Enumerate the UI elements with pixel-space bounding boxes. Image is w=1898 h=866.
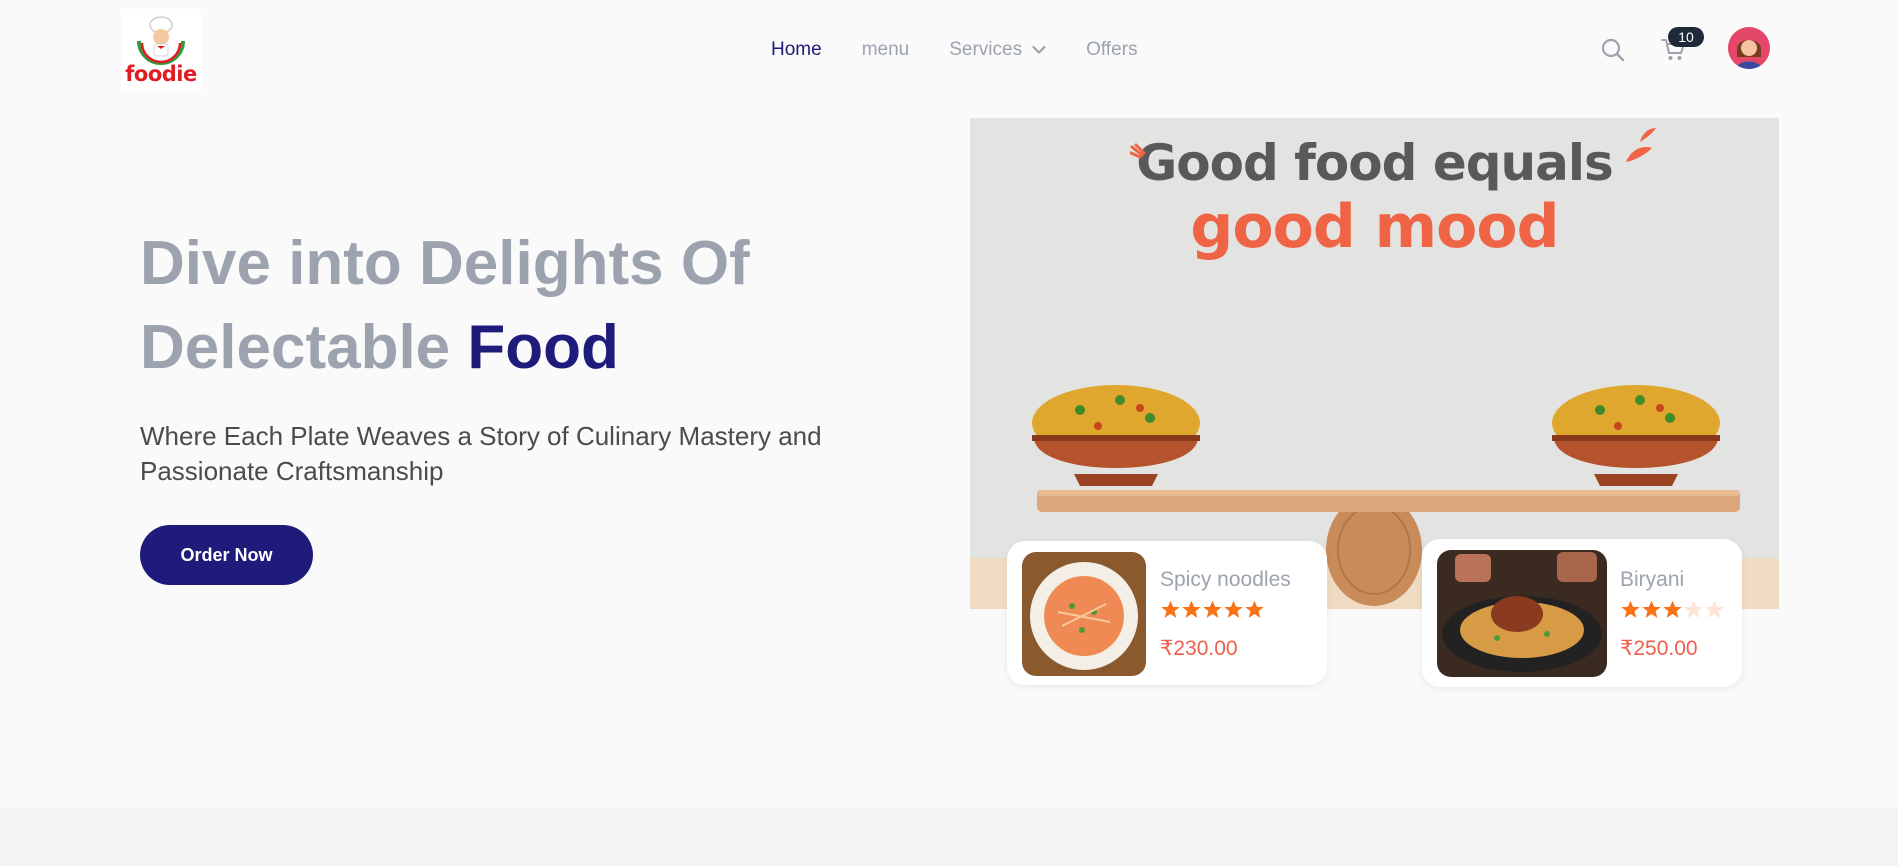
sparkle-right-icon <box>1626 128 1656 162</box>
cart-count-badge: 10 <box>1668 27 1704 47</box>
product-name: Spicy noodles <box>1160 568 1291 591</box>
nav-home-label: Home <box>771 39 822 60</box>
chef-icon <box>137 16 185 65</box>
hero-subtitle: Where Each Plate Weaves a Story of Culin… <box>140 421 822 486</box>
order-now-button[interactable]: Order Now <box>140 525 313 585</box>
star-filled-icon <box>1203 600 1222 618</box>
user-avatar[interactable] <box>1728 27 1770 69</box>
nav-menu[interactable]: menu <box>862 39 910 61</box>
star-filled-icon <box>1642 600 1661 618</box>
product-price: ₹230.00 <box>1160 637 1238 660</box>
product-price: ₹250.00 <box>1620 637 1698 660</box>
chevron-down-icon <box>1032 45 1046 55</box>
nav-menu-label: menu <box>861 39 910 60</box>
product-image <box>1437 550 1607 677</box>
hero-title: Dive into Delights Of Delectable Food <box>140 222 900 390</box>
star-filled-icon <box>1182 600 1201 618</box>
product-card-spicy-noodles[interactable]: Spicy noodles ₹230.00 <box>1007 541 1327 685</box>
product-card-biryani[interactable]: Biryani ₹250.00 <box>1422 539 1742 687</box>
sparkle-left-icon <box>1130 143 1146 159</box>
star-empty-icon <box>1684 600 1703 618</box>
star-filled-icon <box>1224 600 1243 618</box>
product-image <box>1022 552 1146 676</box>
nav-services-label: Services <box>949 39 1023 60</box>
footer-band <box>0 808 1898 866</box>
product-rating <box>1160 599 1265 620</box>
star-filled-icon <box>1621 600 1640 618</box>
banner-subheadline: good mood <box>1190 192 1559 262</box>
nav-services[interactable]: Services <box>949 39 1046 61</box>
product-name: Biryani <box>1620 568 1685 591</box>
hero-title-accent: Food <box>467 313 619 382</box>
brand-logo[interactable]: foodie <box>121 9 201 91</box>
nav-offers-label: Offers <box>1086 39 1138 60</box>
main-nav: Home menu Services Offers <box>771 38 1137 62</box>
star-filled-icon <box>1663 600 1682 618</box>
nav-home[interactable]: Home <box>771 39 822 61</box>
logo-text: foodie <box>125 62 197 86</box>
star-empty-icon <box>1705 600 1724 618</box>
search-icon[interactable] <box>1600 37 1626 68</box>
star-filled-icon <box>1245 600 1264 618</box>
star-filled-icon <box>1161 600 1180 618</box>
hero-title-text: Dive into Delights Of Delectable <box>140 229 750 382</box>
hero-banner-image: Good food equals good mood <box>970 118 1779 609</box>
nav-offers[interactable]: Offers <box>1086 39 1137 61</box>
product-rating <box>1620 599 1725 620</box>
